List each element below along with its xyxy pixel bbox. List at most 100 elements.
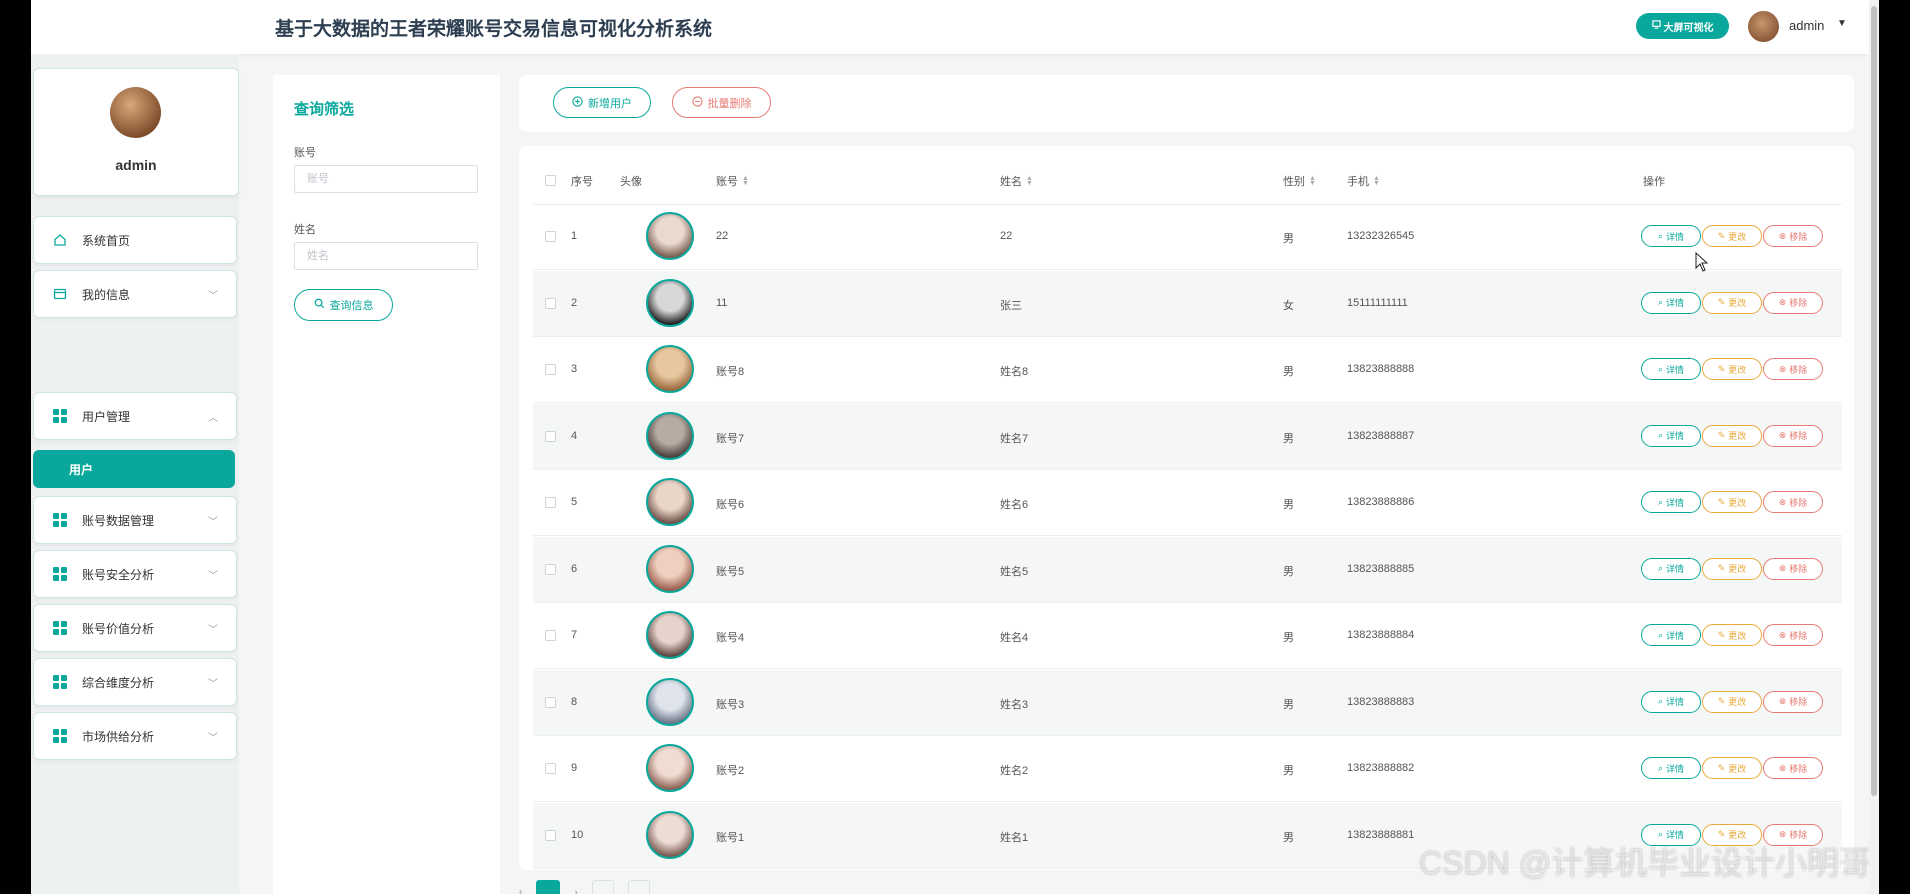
- edit-button[interactable]: ✎ 更改: [1702, 557, 1762, 580]
- cell-gender: 男: [1283, 698, 1294, 711]
- row-checkbox[interactable]: [545, 696, 556, 708]
- detail-button[interactable]: ⌕ 详情: [1641, 491, 1701, 513]
- detail-button[interactable]: ⌕ 详情: [1641, 225, 1701, 247]
- remove-button[interactable]: ⊗ 移除: [1763, 690, 1823, 713]
- row-actions: ⌕ 详情 ✎ 更改 ⊗ 移除: [1641, 225, 1823, 247]
- detail-button[interactable]: ⌕ 详情: [1641, 624, 1701, 646]
- row-checkbox[interactable]: [545, 630, 556, 641]
- bigscreen-button[interactable]: 大屏可视化: [1636, 13, 1729, 39]
- row-checkbox[interactable]: [545, 364, 556, 375]
- col-gender[interactable]: 性别 ▲ ▼: [1283, 173, 1316, 189]
- remove-button[interactable]: ⊗ 移除: [1763, 225, 1823, 247]
- remove-button[interactable]: ⊗ 移除: [1763, 557, 1823, 580]
- sidebar-item-account-value[interactable]: 账号价值分析 ﹀: [33, 604, 237, 652]
- profile-avatar: [110, 87, 161, 138]
- row-avatar: [646, 212, 694, 260]
- cell-index: 7: [571, 629, 578, 641]
- cell-index: 2: [571, 296, 578, 309]
- edit-button[interactable]: ✎ 更改: [1702, 225, 1762, 247]
- col-phone[interactable]: 手机 ▲ ▼: [1347, 173, 1380, 189]
- row-checkbox[interactable]: [545, 829, 556, 841]
- select-all-checkbox[interactable]: [545, 175, 556, 186]
- scrollbar-thumb[interactable]: [1871, 6, 1877, 796]
- pager-page-current[interactable]: [536, 880, 561, 894]
- detail-button[interactable]: ⌕ 详情: [1641, 557, 1701, 580]
- cell-phone: 13823888882: [1347, 762, 1415, 774]
- cell-gender: 男: [1283, 432, 1294, 445]
- app-window: 基于大数据的王者荣耀账号交易信息可视化分析系统 大屏可视化 admin ▼ ad…: [31, 0, 1869, 894]
- row-checkbox[interactable]: [545, 430, 556, 442]
- row-actions: ⌕ 详情 ✎ 更改 ⊗ 移除: [1641, 424, 1823, 447]
- edit-button[interactable]: ✎ 更改: [1702, 291, 1762, 314]
- batch-delete-button[interactable]: 批量删除: [672, 87, 771, 118]
- query-button[interactable]: 查询信息: [294, 289, 393, 321]
- remove-button[interactable]: ⊗ 移除: [1763, 757, 1823, 779]
- edit-button[interactable]: ✎ 更改: [1702, 491, 1762, 513]
- edit-button[interactable]: ✎ 更改: [1702, 358, 1762, 380]
- add-user-button[interactable]: 新增用户: [553, 87, 651, 118]
- remove-label: 移除: [1789, 364, 1808, 375]
- detail-button[interactable]: ⌕ 详情: [1641, 291, 1701, 314]
- name-input[interactable]: [294, 242, 478, 270]
- grid-icon: [52, 620, 68, 636]
- sidebar-item-label: 市场供给分析: [82, 729, 155, 744]
- remove-button[interactable]: ⊗ 移除: [1763, 424, 1823, 447]
- row-checkbox[interactable]: [545, 297, 556, 309]
- detail-label: 详情: [1666, 497, 1685, 508]
- account-input[interactable]: [294, 165, 478, 193]
- page-size-select[interactable]: [591, 880, 614, 894]
- page-jump-input[interactable]: [627, 880, 650, 894]
- sidebar-item-market-supply[interactable]: 市场供给分析 ﹀: [33, 712, 237, 760]
- remove-button[interactable]: ⊗ 移除: [1763, 624, 1823, 646]
- detail-button[interactable]: ⌕ 详情: [1641, 690, 1701, 713]
- remove-button[interactable]: ⊗ 移除: [1763, 358, 1823, 380]
- sidebar-item-label: 账号价值分析: [82, 621, 155, 636]
- cell-phone: 15111111111: [1347, 296, 1408, 309]
- cell-phone: 13823888888: [1347, 363, 1415, 375]
- sidebar-item-account-data[interactable]: 账号数据管理 ﹀: [33, 496, 237, 544]
- table-row: 8 账号3 姓名3 男 13823888883 ⌕ 详情 ✎ 更改 ⊗ 移除: [533, 669, 1842, 736]
- detail-button[interactable]: ⌕ 详情: [1641, 424, 1701, 447]
- cell-account: 账号6: [716, 499, 745, 511]
- close-circle-icon: ⊗: [1778, 629, 1787, 640]
- row-actions: ⌕ 详情 ✎ 更改 ⊗ 移除: [1641, 358, 1823, 380]
- sidebar-item-user-management[interactable]: 用户管理 ︿: [33, 392, 237, 440]
- row-checkbox[interactable]: [545, 497, 556, 508]
- page-scrollbar[interactable]: [1869, 0, 1879, 894]
- sidebar-item-my-info[interactable]: 我的信息 ﹀: [33, 270, 237, 318]
- pager-next-icon[interactable]: ›: [574, 887, 577, 894]
- edit-label: 更改: [1728, 364, 1747, 375]
- sidebar-item-account-security[interactable]: 账号安全分析 ﹀: [33, 550, 237, 598]
- row-checkbox[interactable]: [545, 231, 556, 242]
- edit-button[interactable]: ✎ 更改: [1702, 424, 1762, 447]
- cell-index: 5: [571, 496, 578, 508]
- detail-button[interactable]: ⌕ 详情: [1641, 757, 1701, 779]
- table-row: 3 账号8 姓名8 男 13823888888 ⌕ 详情 ✎ 更改 ⊗ 移除: [533, 337, 1842, 403]
- sidebar-item-home[interactable]: 系统首页: [33, 216, 237, 264]
- caret-down-icon[interactable]: ▼: [1837, 18, 1847, 29]
- row-checkbox[interactable]: [545, 763, 556, 774]
- user-name[interactable]: admin: [1789, 18, 1824, 33]
- table-row: 5 账号6 姓名6 男 13823888886 ⌕ 详情 ✎ 更改 ⊗ 移除: [533, 470, 1842, 536]
- remove-label: 移除: [1789, 231, 1808, 242]
- user-avatar[interactable]: [1748, 11, 1779, 42]
- cell-account: 账号8: [716, 366, 745, 378]
- edit-button[interactable]: ✎ 更改: [1702, 757, 1762, 779]
- edit-button[interactable]: ✎ 更改: [1702, 624, 1762, 646]
- sort-icon: ▲ ▼: [742, 175, 749, 187]
- row-avatar: [646, 611, 694, 659]
- row-checkbox[interactable]: [545, 563, 556, 575]
- col-name[interactable]: 姓名 ▲ ▼: [1000, 173, 1033, 189]
- cell-name: 姓名4: [1000, 632, 1029, 644]
- cell-account: 11: [716, 296, 728, 309]
- close-circle-icon: ⊗: [1778, 230, 1787, 241]
- remove-button[interactable]: ⊗ 移除: [1763, 291, 1823, 314]
- sidebar-subitem-users[interactable]: 用户: [33, 450, 235, 488]
- sidebar-item-composite[interactable]: 综合维度分析 ﹀: [33, 658, 237, 706]
- edit-button[interactable]: ✎ 更改: [1702, 690, 1762, 713]
- detail-button[interactable]: ⌕ 详情: [1641, 358, 1701, 380]
- remove-button[interactable]: ⊗ 移除: [1763, 491, 1823, 513]
- pager-prev-icon[interactable]: ‹: [519, 887, 522, 894]
- home-icon: [52, 232, 68, 248]
- col-account[interactable]: 账号 ▲ ▼: [716, 173, 749, 189]
